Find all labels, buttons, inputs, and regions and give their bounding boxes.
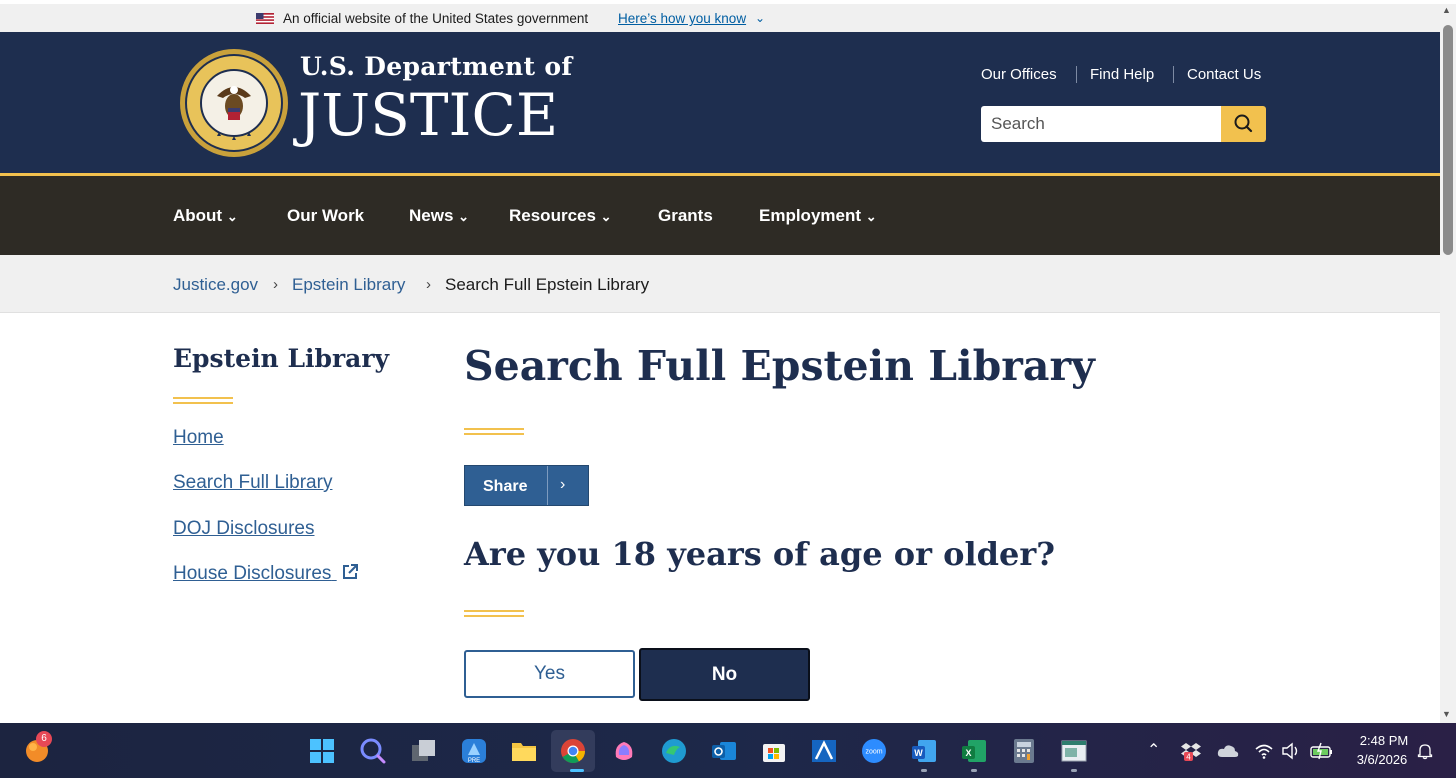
battery-charging-icon[interactable] [1309,742,1335,760]
question-accent [464,610,524,617]
chevron-down-icon: ⌄ [458,209,470,224]
scroll-down-arrow-icon[interactable]: ▼ [1442,709,1451,719]
nav-employment[interactable]: Employment ⌄ [759,206,877,226]
title-accent [464,428,524,435]
breadcrumb-justice-gov[interactable]: Justice.gov [173,275,258,295]
doj-seal-logo[interactable] [179,48,289,158]
yes-button[interactable]: Yes [464,650,635,698]
share-divider [547,466,548,505]
breadcrumb-current: Search Full Epstein Library [445,275,650,294]
chevron-down-icon[interactable]: ⌄ [755,11,765,25]
contact-us-link[interactable]: Contact Us [1187,66,1261,83]
outlook-icon[interactable] [710,737,738,765]
windows-start-icon[interactable] [308,737,336,765]
chrome-icon[interactable] [559,737,587,765]
svg-text:W: W [914,748,923,758]
browser-viewport: An official website of the United States… [0,0,1440,723]
task-view-icon[interactable] [410,737,438,765]
nav-about[interactable]: About ⌄ [173,206,238,226]
excel-icon[interactable]: X [960,737,988,765]
brand-subtitle[interactable]: U.S. Department of [300,52,572,81]
nav-resources[interactable]: Resources ⌄ [509,206,612,226]
open-app-indicator [971,769,977,772]
nav-our-work[interactable]: Our Work [287,206,364,226]
share-label: Share [483,478,528,495]
find-help-link[interactable]: Find Help [1090,66,1154,83]
chevron-right-icon: › [560,476,566,493]
edge-icon[interactable] [660,737,688,765]
chevron-down-icon: ⌄ [600,209,612,224]
microsoft-store-icon[interactable] [760,737,788,765]
file-explorer-icon[interactable] [510,737,538,765]
svg-text:PRE: PRE [468,758,480,764]
us-flag-icon [256,13,274,24]
utility-divider [1173,66,1174,83]
search-icon[interactable] [359,737,387,765]
dropbox-icon[interactable]: 4 [1180,740,1202,762]
svg-text:X: X [965,748,971,758]
chevron-right-icon: › [426,276,431,293]
svg-text:4: 4 [1186,753,1191,762]
share-button[interactable]: Share › [464,465,589,506]
sidebar-link-doj-disclosures[interactable]: DOJ Disclosures [173,518,314,540]
open-app-indicator [1071,769,1077,772]
sidebar-accent [173,397,233,404]
page-title: Search Full Epstein Library [464,342,1095,390]
age-question: Are you 18 years of age or older? [464,535,1055,573]
chevron-down-icon: ⌄ [865,209,877,224]
taskbar-time[interactable]: 2:48 PM [1358,733,1410,748]
copilot-pre-icon[interactable]: PRE [460,737,488,765]
nav-news[interactable]: News ⌄ [409,206,469,226]
search-input[interactable] [981,106,1221,142]
active-app-indicator [570,769,584,772]
no-button[interactable]: No [639,648,810,701]
notifications-bell-icon[interactable] [1416,742,1434,760]
svg-text:zoom: zoom [865,749,882,756]
notification-badge: 6 [36,731,52,747]
wifi-icon[interactable] [1254,742,1274,760]
brand-title[interactable]: JUSTICE [298,80,558,150]
external-link-icon [342,564,358,579]
app-a-icon[interactable] [810,737,838,765]
scrollbar-thumb[interactable] [1443,25,1453,255]
how-you-know-link[interactable]: Here’s how you know [618,11,746,26]
word-icon[interactable]: W [910,737,938,765]
onedrive-cloud-icon[interactable] [1216,742,1240,760]
chevron-down-icon: ⌄ [226,209,238,224]
sidebar-title: Epstein Library [173,344,390,373]
chevron-right-icon: › [273,276,278,293]
utility-divider [1076,66,1077,83]
calculator-icon[interactable] [1010,737,1038,765]
app-window-icon[interactable] [1060,737,1088,765]
gov-banner: An official website of the United States… [0,4,1440,32]
zoom-icon[interactable]: zoom [860,737,888,765]
volume-icon[interactable] [1281,742,1301,760]
gov-banner-text: An official website of the United States… [283,11,589,26]
breadcrumb-epstein-library[interactable]: Epstein Library [292,275,405,295]
our-offices-link[interactable]: Our Offices [981,66,1057,83]
taskbar-date[interactable]: 3/6/2026 [1350,752,1414,767]
sidebar-link-search-full-library[interactable]: Search Full Library [173,472,332,494]
sidebar-link-home[interactable]: Home [173,427,224,449]
open-app-indicator [921,769,927,772]
scroll-up-arrow-icon[interactable]: ▲ [1442,5,1451,15]
chevron-up-icon[interactable]: ⌃ [1147,740,1160,760]
search-icon [1234,114,1253,133]
sidebar-link-house-disclosures[interactable]: House Disclosures [173,563,359,585]
copilot-icon[interactable] [610,737,638,765]
search-button[interactable] [1221,106,1266,142]
nav-grants[interactable]: Grants [658,206,713,226]
